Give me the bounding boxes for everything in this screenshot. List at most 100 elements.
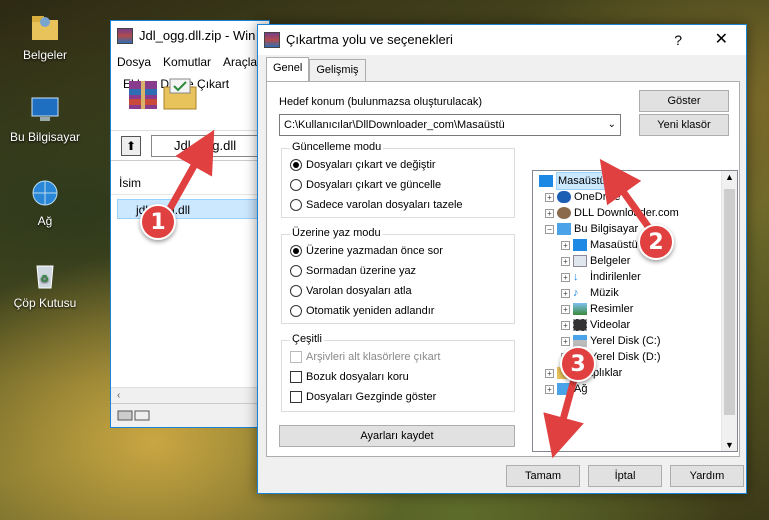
option-label: Bozuk dosyaları koru (306, 371, 409, 383)
expand-icon[interactable]: + (545, 384, 554, 394)
tree-item-label: Videolar (590, 319, 631, 331)
ok-button[interactable]: Tamam (506, 465, 580, 487)
tree-item-label: İndirilenler (590, 271, 641, 283)
radio-button[interactable] (290, 179, 302, 191)
download-icon: ↓ (573, 271, 579, 283)
file-list: İsim jdl_ogg.dll (111, 171, 269, 387)
expand-icon[interactable]: + (561, 320, 570, 330)
winrar-icon (264, 32, 280, 48)
winrar-title-bar[interactable]: Jdl_ogg.dll.zip - Win (111, 21, 269, 51)
cancel-button[interactable]: İptal (588, 465, 662, 487)
tree-item-pc-desktop[interactable]: + Masaüstü (561, 237, 638, 253)
expand-icon[interactable]: + (545, 208, 554, 218)
radio-fresh-existing[interactable]: Sadece varolan dosyaları tazele (290, 199, 463, 211)
tree-item-onedrive[interactable]: + OneDrive (545, 189, 620, 205)
new-folder-button[interactable]: Yeni klasör (639, 114, 729, 136)
radio-button[interactable] (290, 199, 302, 211)
scroll-down-icon[interactable]: ▼ (725, 440, 734, 450)
tree-item-music[interactable]: + ♪ Müzik (561, 285, 619, 301)
option-label: Varolan dosyaları atla (306, 285, 412, 297)
checkbox-show-in-explorer[interactable]: Dosyaları Gezginde göster (290, 391, 436, 403)
radio-extract-update[interactable]: Dosyaları çıkart ve güncelle (290, 179, 441, 191)
archive-path[interactable]: Jdl_ogg.dll (151, 134, 269, 157)
misc-title: Çeşitli (290, 333, 324, 345)
radio-button-checked[interactable] (290, 159, 302, 171)
tree-item-pictures[interactable]: + Resimler (561, 301, 633, 317)
tab-general[interactable]: Genel (266, 57, 310, 81)
destination-path-combo[interactable]: C:\Kullanıcılar\DllDownloader_com\Masaüs… (279, 114, 621, 136)
collapse-icon[interactable]: − (545, 224, 554, 234)
help-button[interactable]: Yardım (670, 465, 744, 487)
radio-button[interactable] (290, 285, 302, 297)
help-icon[interactable]: ? (674, 25, 682, 55)
expand-icon[interactable]: + (561, 288, 570, 298)
chevron-down-icon[interactable]: ⌄ (608, 115, 616, 135)
menu-tools[interactable]: Araçla (223, 51, 257, 73)
tree-item-label: Müzik (590, 287, 619, 299)
svg-text:♻: ♻ (40, 274, 49, 285)
tree-item-network[interactable]: + Ağ (545, 381, 587, 397)
expand-icon[interactable]: + (561, 272, 570, 282)
add-button[interactable]: Ekle (123, 77, 157, 130)
save-settings-button[interactable]: Ayarları kaydet (279, 425, 515, 447)
tree-item-label: Masaüstü (590, 239, 638, 251)
expand-icon[interactable]: + (545, 368, 554, 378)
desktop-icon-documents[interactable]: Belgeler (5, 10, 85, 62)
tree-item-this-pc[interactable]: − Bu Bilgisayar (545, 221, 638, 237)
checkbox-keep-broken[interactable]: Bozuk dosyaları koru (290, 371, 409, 383)
tree-item-downloads[interactable]: + ↓ İndirilenler (561, 269, 641, 285)
recycle-bin-icon: ♻ (28, 258, 62, 292)
folder-tree[interactable]: ▲ ▼ Masaüstü + OneDrive + DLL Downloader.co… (532, 170, 738, 452)
tree-item-dll-downloader[interactable]: + DLL Downloader.com (545, 205, 679, 221)
tree-item-label: Bu Bilgisayar (574, 223, 639, 235)
close-icon[interactable]: ✕ (715, 25, 728, 55)
radio-auto-rename[interactable]: Otomatik yeniden adlandır (290, 305, 434, 317)
scrollbar-thumb[interactable] (724, 189, 735, 415)
expand-icon[interactable]: + (561, 240, 570, 250)
tab-advanced[interactable]: Gelişmiş (309, 59, 366, 81)
show-button[interactable]: Göster (639, 90, 729, 112)
horizontal-scrollbar[interactable]: ‹ (111, 387, 269, 403)
desktop-icon-this-pc[interactable]: Bu Bilgisayar (5, 92, 85, 144)
option-label: Arşivleri alt klasörlere çıkart (306, 351, 441, 363)
radio-extract-replace[interactable]: Dosyaları çıkart ve değiştir (290, 159, 436, 171)
radio-button-checked[interactable] (290, 245, 302, 257)
option-label: Otomatik yeniden adlandır (306, 305, 435, 317)
vertical-scrollbar[interactable]: ▲ ▼ (721, 171, 737, 451)
scroll-up-icon[interactable]: ▲ (725, 172, 734, 182)
tree-item-documents[interactable]: + Belgeler (561, 253, 630, 269)
up-folder-button[interactable]: ⬆ (121, 135, 141, 156)
expand-icon[interactable]: + (545, 192, 554, 202)
expand-icon[interactable]: + (561, 256, 570, 266)
desktop-icon-recycle-bin[interactable]: ♻ Çöp Kutusu (5, 258, 85, 310)
dialog-title-bar[interactable]: Çıkartma yolu ve seçenekleri ? ✕ (258, 25, 746, 55)
picture-icon (573, 303, 587, 315)
checkbox-disabled (290, 351, 302, 363)
menu-file[interactable]: Dosya (117, 51, 151, 73)
radio-skip-existing[interactable]: Varolan dosyaları atla (290, 285, 412, 297)
option-label: Üzerine yazmadan önce sor (306, 245, 443, 257)
menu-commands[interactable]: Komutlar (163, 51, 211, 73)
general-panel: Hedef konum (bulunmazsa oluşturulacak) C… (266, 81, 740, 457)
expand-icon[interactable]: + (561, 336, 570, 346)
tree-item-videos[interactable]: + Videolar (561, 317, 630, 333)
radio-button[interactable] (290, 265, 302, 277)
overwrite-mode-group: Üzerine yaz modu Üzerine yazmadan önce s… (281, 227, 515, 324)
column-header-name[interactable]: İsim (111, 171, 269, 195)
tree-item-desktop[interactable]: Masaüstü (539, 172, 608, 190)
tree-item-label: Yerel Disk (D:) (590, 351, 661, 363)
cloud-icon (557, 191, 571, 203)
radio-overwrite-without-prompt[interactable]: Sormadan üzerine yaz (290, 265, 416, 277)
checkbox[interactable] (290, 391, 302, 403)
extract-to-button[interactable]: Dizine Çıkart (160, 77, 229, 130)
expand-icon[interactable]: + (561, 304, 570, 314)
option-label: Dosyaları Gezginde göster (306, 391, 437, 403)
checkbox[interactable] (290, 371, 302, 383)
computer-icon (28, 92, 62, 126)
globe-icon (28, 176, 62, 210)
document-icon (573, 255, 587, 267)
archive-add-icon (123, 77, 163, 111)
radio-button[interactable] (290, 305, 302, 317)
radio-ask-before-overwrite[interactable]: Üzerine yazmadan önce sor (290, 245, 443, 257)
desktop-icon-network[interactable]: Ağ (5, 176, 85, 228)
